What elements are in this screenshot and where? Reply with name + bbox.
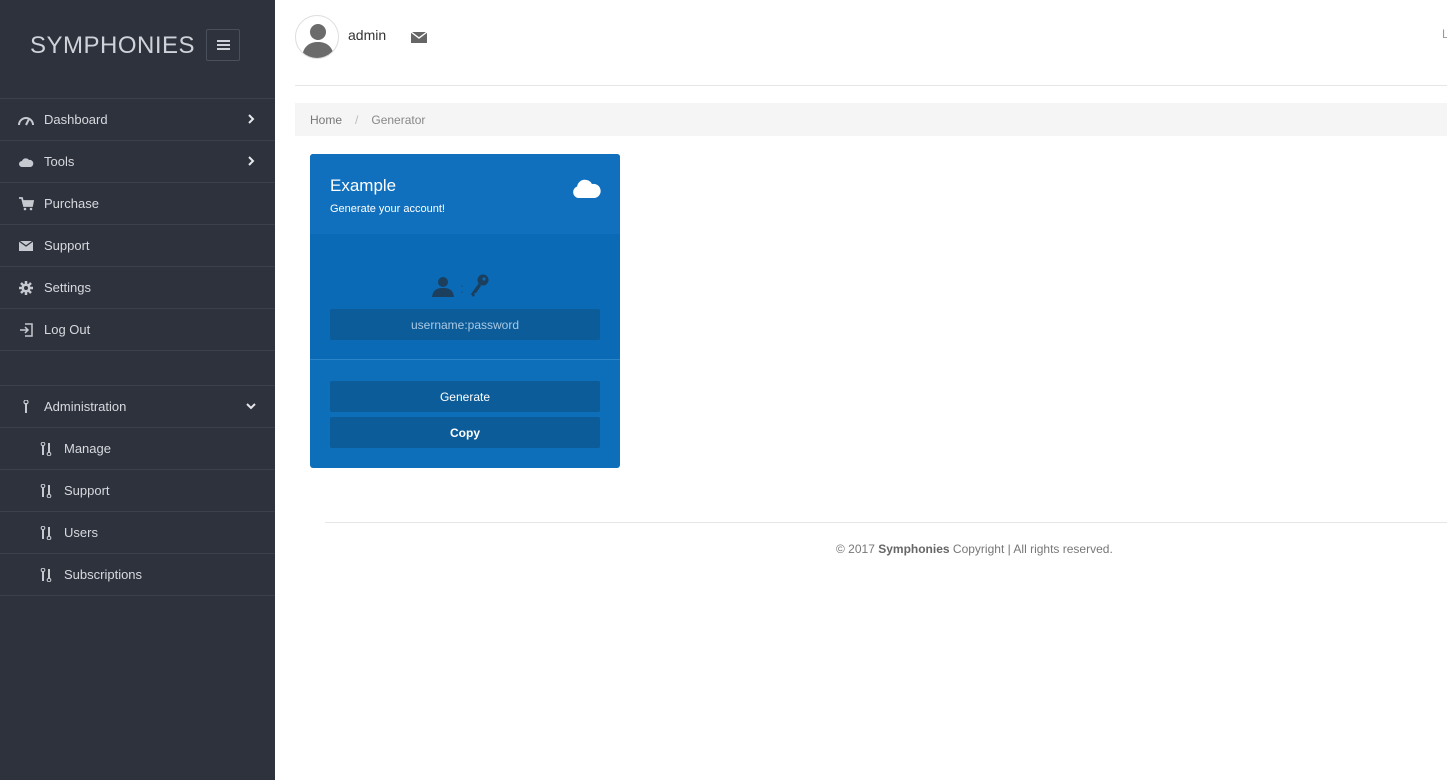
sidebar-item-purchase[interactable]: Purchase (0, 183, 275, 225)
sidebar-item-dashboard[interactable]: Dashboard (0, 99, 275, 141)
card-subtitle: Generate your account! (330, 203, 445, 215)
breadcrumb-separator: / (355, 112, 359, 127)
sidebar-item-label: Support (64, 483, 110, 498)
breadcrumb-current: Generator (371, 112, 426, 127)
sidebar-item-label: Purchase (44, 196, 99, 211)
menu-toggle-button[interactable] (206, 29, 240, 61)
sidebar-spacer (0, 351, 275, 386)
sidebar-item-support[interactable]: Support (0, 225, 275, 267)
sidebar-item-label: Administration (44, 399, 127, 414)
envelope-icon (18, 238, 34, 254)
card-header: Example Generate your account! (310, 154, 620, 234)
chevron-right-icon (245, 112, 257, 126)
chevron-down-icon (245, 399, 257, 413)
tools-icon (38, 567, 54, 583)
copy-button[interactable]: Copy (330, 417, 600, 448)
generate-button[interactable]: Generate (330, 381, 600, 412)
tools-icon (38, 441, 54, 457)
user-icon (431, 274, 455, 303)
brand-area: SYMPHONIES (0, 0, 275, 98)
breadcrumb: Home / Generator (295, 103, 1447, 136)
cloud-icon (18, 154, 34, 170)
footer-year: © 2017 (836, 542, 875, 556)
user-name[interactable]: admin (348, 27, 386, 43)
top-right-link[interactable]: L (1442, 27, 1447, 41)
dashboard-gauge-icon (18, 112, 34, 128)
sidebar-item-label: Users (64, 525, 98, 540)
sidebar-subitem-users[interactable]: Users (0, 512, 275, 554)
sidebar-item-label: Subscriptions (64, 567, 143, 582)
chevron-right-icon (245, 154, 257, 168)
cloud-icon (570, 178, 602, 200)
gear-icon (18, 280, 34, 296)
sidebar-item-label: Log Out (44, 322, 91, 337)
tools-icon (38, 525, 54, 541)
footer-brand: Symphonies (878, 542, 950, 556)
footer-copyright: © 2017 Symphonies Copyright | All rights… (836, 542, 1113, 556)
sidebar-item-label: Settings (44, 280, 91, 295)
footer: © 2017 Symphonies Copyright | All rights… (325, 522, 1447, 572)
topbar: admin L (295, 0, 1447, 86)
brand-title: SYMPHONIES (30, 32, 196, 59)
credentials-separator: : (460, 280, 464, 296)
key-icon (469, 273, 491, 304)
sidebar-subitem-subscriptions[interactable]: Subscriptions (0, 554, 275, 596)
wrench-icon (18, 399, 34, 415)
card-body: : username:password (310, 234, 620, 360)
credentials-output[interactable]: username:password (330, 309, 600, 340)
cart-icon (18, 196, 34, 212)
sidebar-item-administration[interactable]: Administration (0, 386, 275, 428)
sidebar-item-logout[interactable]: Log Out (0, 309, 275, 351)
sidebar-subitem-support[interactable]: Support (0, 470, 275, 512)
logout-icon (18, 322, 34, 338)
hamburger-icon (216, 40, 230, 50)
sidebar-item-label: Manage (64, 441, 111, 456)
credentials-icons: : (431, 274, 501, 302)
sidebar-item-label: Tools (44, 154, 75, 169)
sidebar-subitem-manage[interactable]: Manage (0, 428, 275, 470)
tools-icon (38, 483, 54, 499)
footer-rights: Copyright | All rights reserved. (952, 542, 1113, 556)
sidebar: SYMPHONIES Dashboard Tools Purchase Supp… (0, 0, 275, 780)
sidebar-item-label: Support (44, 238, 90, 253)
sidebar-nav: Dashboard Tools Purchase Support Setting… (0, 98, 275, 596)
sidebar-item-settings[interactable]: Settings (0, 267, 275, 309)
sidebar-item-label: Dashboard (44, 112, 108, 127)
breadcrumb-home[interactable]: Home (310, 113, 342, 127)
mail-icon[interactable] (409, 29, 429, 45)
avatar[interactable] (295, 15, 339, 59)
card-title: Example (330, 176, 397, 195)
generator-card: Example Generate your account! : usernam… (310, 154, 620, 468)
sidebar-item-tools[interactable]: Tools (0, 141, 275, 183)
